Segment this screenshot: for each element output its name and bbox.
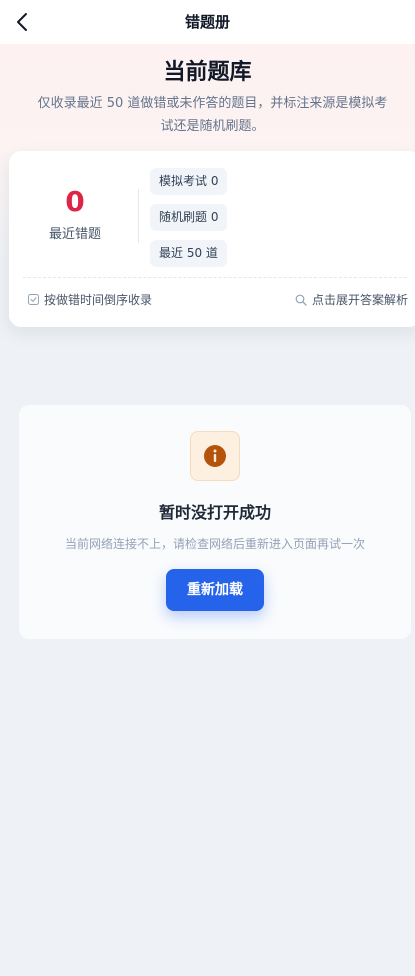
hero-title: 当前题库 [163,60,252,85]
sort-checkbox-icon [28,294,39,305]
page-title: 错题册 [184,13,230,31]
wrong-count-label: 最近错题 [48,227,101,242]
vertical-divider [138,189,139,243]
expand-analysis-link[interactable]: 点击展开答案解析 [295,291,408,308]
info-icon [204,445,226,467]
expand-label: 点击展开答案解析 [311,293,408,307]
dashed-divider [23,277,407,278]
hero-description: 仅收录最近 50 道做错或未作答的题目，并标注来源是模拟考试还是随机刷题。 [37,96,388,134]
error-card: 暂时没打开成功 当前网络连接不上，请检查网络后重新进入页面再试一次 重新加载 [19,405,411,639]
stats-card: 0 最近错题 模拟考试 0 随机刷题 0 最近 50 道 按做错时间倒序收录 点… [9,151,415,327]
chip-random-practice: 随机刷题 0 [150,204,228,231]
sort-info: 按做错时间倒序收录 [28,291,152,308]
sort-label: 按做错时间倒序收录 [44,293,153,307]
error-description: 当前网络连接不上，请检查网络后重新进入页面再试一次 [64,537,365,551]
wrong-count: 0 [65,185,85,218]
error-title: 暂时没打开成功 [158,503,271,522]
source-chips: 模拟考试 0 随机刷题 0 最近 50 道 [150,168,228,276]
reload-button[interactable]: 重新加载 [166,569,264,611]
chip-mock-exam: 模拟考试 0 [150,168,228,195]
search-icon [295,294,307,306]
error-icon-box [190,431,240,481]
navbar: 错题册 [0,0,415,44]
recent-wrong-stat: 0 最近错题 [35,185,115,242]
chip-recent-limit: 最近 50 道 [150,240,227,267]
